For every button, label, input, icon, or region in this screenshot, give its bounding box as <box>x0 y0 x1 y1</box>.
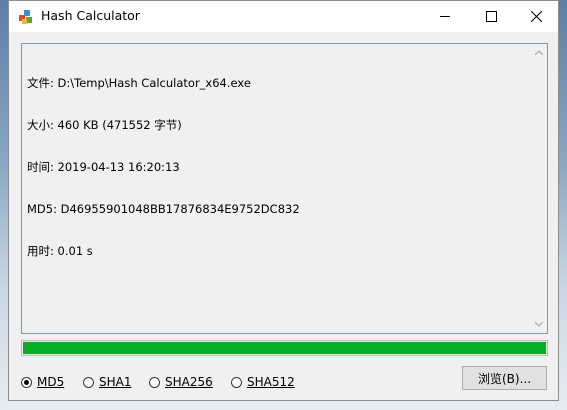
radio-sha512[interactable]: SHA512 <box>231 373 295 391</box>
browse-button[interactable]: 浏览(B)... <box>462 366 547 390</box>
output-line-size: 大小: 460 KB (471552 字节) <box>27 118 182 132</box>
minimize-icon <box>439 11 451 22</box>
close-icon <box>530 11 542 22</box>
maximize-button[interactable] <box>468 1 514 32</box>
output-line-file: 文件: D:\Temp\Hash Calculator_x64.exe <box>27 76 251 90</box>
radio-sha1-circle <box>83 376 94 388</box>
minimize-button[interactable] <box>422 1 468 32</box>
maximize-icon <box>485 11 497 22</box>
radio-sha256[interactable]: SHA256 <box>149 373 213 391</box>
hash-output-textbox[interactable]: 文件: D:\Temp\Hash Calculator_x64.exe 大小: … <box>21 43 548 334</box>
output-line-time: 时间: 2019-04-13 16:20:13 <box>27 160 180 174</box>
scroll-up-icon[interactable] <box>530 44 547 61</box>
radio-md5-label: MD5 <box>37 375 65 389</box>
radio-sha1-label: SHA1 <box>99 375 132 389</box>
progress-bar <box>21 340 548 356</box>
app-icon <box>18 9 34 25</box>
scroll-down-icon[interactable] <box>530 316 547 333</box>
radio-sha256-circle <box>149 376 160 388</box>
radio-sha512-circle <box>231 376 242 388</box>
vertical-scrollbar[interactable] <box>530 44 547 333</box>
window-title: Hash Calculator <box>41 8 140 23</box>
radio-sha256-label: SHA256 <box>165 375 213 389</box>
progress-fill <box>23 342 546 354</box>
radio-md5[interactable]: MD5 <box>21 373 64 391</box>
radio-md5-circle <box>21 376 32 388</box>
output-line-md5: MD5: D46955901048BB17876834E9752DC832 <box>27 202 300 216</box>
output-line-elapsed: 用时: 0.01 s <box>27 244 93 258</box>
radio-sha512-label: SHA512 <box>247 375 295 389</box>
close-button[interactable] <box>513 1 559 32</box>
hash-calculator-window: Hash Calculator 文件: D:\Temp\Hash Calcula… <box>8 0 559 401</box>
hash-output-lines: 文件: D:\Temp\Hash Calculator_x64.exe 大小: … <box>27 48 300 286</box>
radio-sha1[interactable]: SHA1 <box>83 373 131 391</box>
title-bar[interactable]: Hash Calculator <box>9 1 558 32</box>
